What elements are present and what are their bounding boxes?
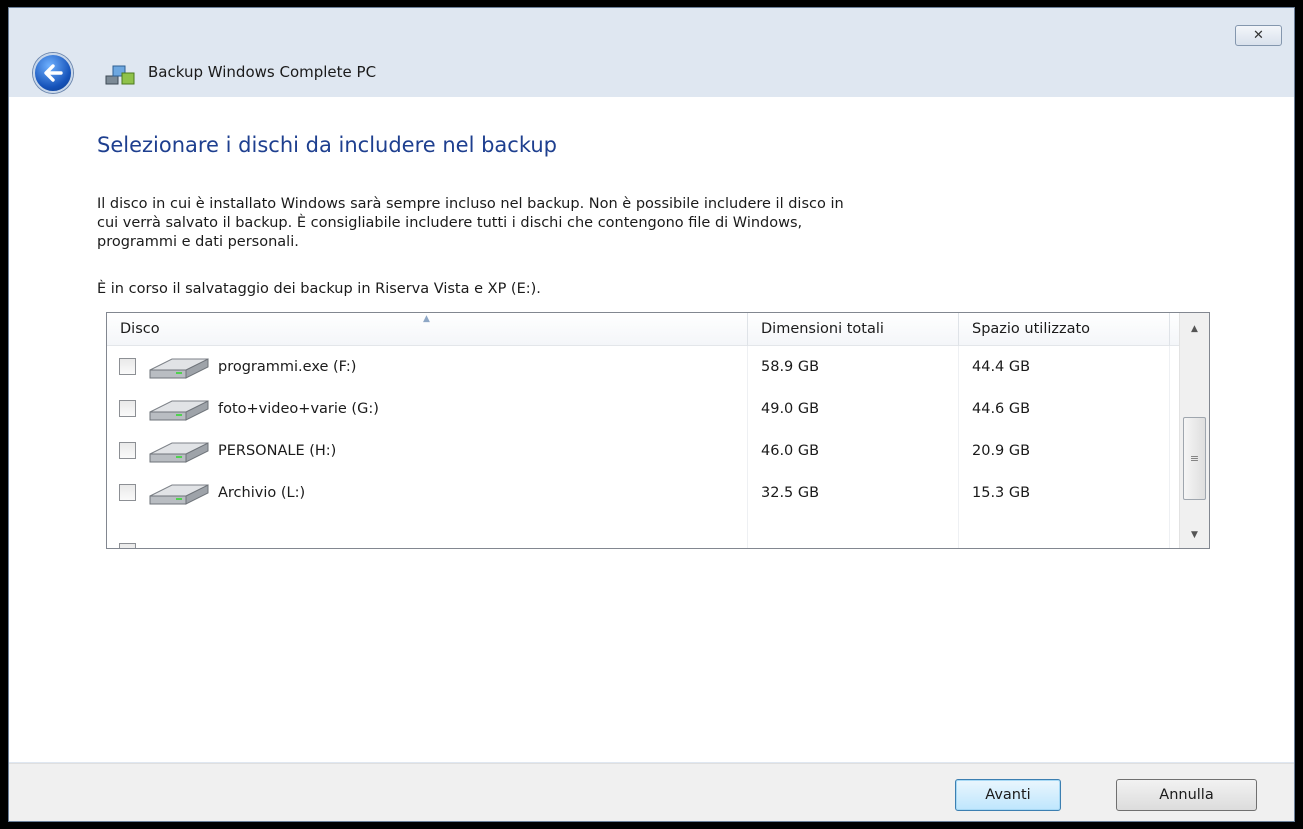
column-header-total-size[interactable]: Dimensioni totali <box>748 313 958 346</box>
column-header-label: Spazio utilizzato <box>972 321 1091 337</box>
disk-total-size: 58.9 GB <box>761 359 820 375</box>
back-button[interactable] <box>33 53 73 93</box>
close-icon: ✕ <box>1253 28 1264 43</box>
wizard-footer: Avanti Annulla <box>9 763 1294 821</box>
description-line: programmi e dati personali. <box>97 234 299 250</box>
disk-checkbox[interactable] <box>119 442 136 459</box>
next-button[interactable]: Avanti <box>955 779 1061 811</box>
scroll-up-arrow-icon[interactable]: ▲ <box>1180 317 1209 341</box>
table-row[interactable]: programmi.exe (F:) 58.9 GB 44.4 GB <box>107 346 1179 388</box>
back-arrow-icon <box>44 64 63 82</box>
description-line: Il disco in cui è installato Windows sar… <box>97 196 844 212</box>
hard-drive-icon <box>149 442 209 463</box>
table-row[interactable]: foto+video+varie (G:) 49.0 GB 44.6 GB <box>107 388 1179 430</box>
disk-name: Archivio (L:) <box>218 485 306 501</box>
scrollbar-thumb[interactable]: ≡ <box>1183 417 1206 500</box>
disk-checkbox[interactable] <box>119 358 136 375</box>
disk-total-size: 49.0 GB <box>761 401 820 417</box>
hard-drive-icon <box>149 484 209 505</box>
disk-name: foto+video+varie (G:) <box>218 401 379 417</box>
disk-checkbox[interactable] <box>119 400 136 417</box>
disk-used-space: 15.3 GB <box>972 485 1031 501</box>
page-heading: Selezionare i dischi da includere nel ba… <box>97 133 558 157</box>
column-header-label: Disco <box>120 321 160 337</box>
table-row[interactable]: PERSONALE (H:) 46.0 GB 20.9 GB <box>107 430 1179 472</box>
disk-list: Disco ▲ Dimensioni totali Spazio utilizz… <box>106 312 1210 549</box>
column-divider <box>1169 313 1170 346</box>
disk-name: programmi.exe (F:) <box>218 359 357 375</box>
column-header-label: Dimensioni totali <box>761 321 884 337</box>
hard-drive-icon <box>149 358 209 379</box>
backup-app-icon <box>105 65 135 85</box>
table-row[interactable]: Archivio (L:) 32.5 GB 15.3 GB <box>107 472 1179 514</box>
disk-total-size: 32.5 GB <box>761 485 820 501</box>
disk-checkbox[interactable] <box>119 543 136 548</box>
window-title: Backup Windows Complete PC <box>148 63 377 81</box>
backup-wizard-window: ✕ Backup Windows Complete PC Selezionare… <box>8 7 1295 822</box>
list-header: Disco ▲ Dimensioni totali Spazio utilizz… <box>107 313 1179 346</box>
disk-checkbox[interactable] <box>119 484 136 501</box>
disk-used-space: 20.9 GB <box>972 443 1031 459</box>
backup-destination-status: È in corso il salvataggio dei backup in … <box>97 281 541 297</box>
vertical-scrollbar[interactable]: ▲ ≡ ▼ <box>1179 313 1209 548</box>
hard-drive-icon <box>149 400 209 421</box>
column-header-used-space[interactable]: Spazio utilizzato <box>959 313 1169 346</box>
table-row-partial[interactable] <box>107 514 1179 548</box>
scroll-down-arrow-icon[interactable]: ▼ <box>1180 523 1209 547</box>
cancel-button[interactable]: Annulla <box>1116 779 1257 811</box>
disk-name: PERSONALE (H:) <box>218 443 337 459</box>
description-line: cui verrà salvato il backup. È consiglia… <box>97 215 803 231</box>
sort-up-arrow-icon: ▲ <box>423 314 430 324</box>
disk-total-size: 46.0 GB <box>761 443 820 459</box>
page-description: Il disco in cui è installato Windows sar… <box>97 195 1197 252</box>
disk-used-space: 44.6 GB <box>972 401 1031 417</box>
wizard-content: Selezionare i dischi da includere nel ba… <box>9 97 1294 762</box>
disk-used-space: 44.4 GB <box>972 359 1031 375</box>
close-button[interactable]: ✕ <box>1235 25 1282 46</box>
